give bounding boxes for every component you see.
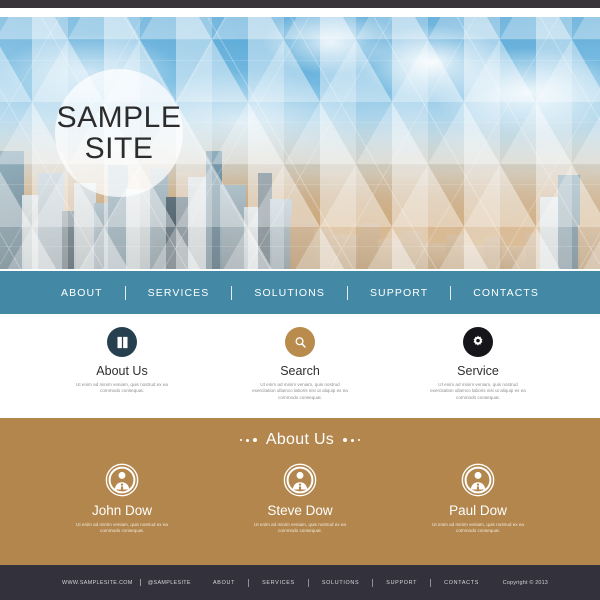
footer-nav-item-solutions[interactable]: SOLUTIONS (309, 580, 372, 586)
decorative-dots-right (343, 438, 361, 442)
main-navigation: ABOUT SERVICES SOLUTIONS SUPPORT CONTACT… (0, 271, 600, 314)
person-avatar-icon (461, 463, 495, 497)
footer-website-link[interactable]: WWW.SAMPLESITE.COM (62, 580, 133, 586)
team-member-description: Ut enim ad minim veniam, quis nostrud ex… (76, 522, 168, 534)
team-member-name: John Dow (91, 503, 153, 518)
footer-nav-item-about[interactable]: ABOUT (200, 580, 248, 586)
team-member-description: Ut enim ad minim veniam, quis nostrud ex… (254, 522, 346, 534)
person-avatar-icon (105, 463, 139, 497)
nav-item-services[interactable]: SERVICES (126, 287, 232, 299)
nav-item-solutions[interactable]: SOLUTIONS (232, 287, 347, 299)
book-icon (107, 327, 137, 357)
team-member-description: Ut enim ad minim veniam, quis nostrud ex… (432, 522, 524, 534)
service-card-service[interactable]: Service Ut enim ad minim veniam, quis no… (402, 327, 554, 415)
service-description: Ut enim ad minim veniam, quis nostrud ex… (430, 382, 526, 400)
site-footer: WWW.SAMPLESITE.COM @SAMPLESITE ABOUT SER… (0, 565, 600, 600)
team-member-list: John Dow Ut enim ad minim veniam, quis n… (0, 449, 600, 535)
footer-nav-item-support[interactable]: SUPPORT (373, 580, 430, 586)
service-description: Ut enim ad minim veniam, quis nostrud ex… (76, 382, 168, 394)
top-accent-bar (0, 0, 600, 8)
footer-nav-item-contacts[interactable]: CONTACTS (431, 580, 492, 586)
services-section: About Us Ut enim ad minim veniam, quis n… (0, 314, 600, 415)
service-title: Service (457, 364, 499, 378)
about-us-section: About Us John Dow Ut enim ad minim venia… (0, 418, 600, 565)
team-member-name: Steve Dow (267, 503, 333, 518)
about-heading-row: About Us (0, 418, 600, 449)
hero-banner: SAMPLE SITE (0, 17, 600, 269)
decorative-dots-left (239, 438, 257, 442)
service-card-search[interactable]: Search Ut enim ad minim veniam, quis nos… (224, 327, 376, 415)
nav-item-contacts[interactable]: CONTACTS (451, 287, 561, 299)
service-title: Search (280, 364, 320, 378)
team-member-steve-dow[interactable]: Steve Dow Ut enim ad minim veniam, quis … (224, 463, 376, 535)
service-card-about-us[interactable]: About Us Ut enim ad minim veniam, quis n… (46, 327, 198, 415)
footer-navigation: ABOUT SERVICES SOLUTIONS SUPPORT CONTACT… (200, 578, 492, 587)
footer-nav-item-services[interactable]: SERVICES (249, 580, 308, 586)
logo-line-two: SITE (84, 132, 154, 165)
team-member-paul-dow[interactable]: Paul Dow Ut enim ad minim veniam, quis n… (402, 463, 554, 535)
footer-social-handle[interactable]: @SAMPLESITE (148, 580, 191, 586)
service-title: About Us (96, 364, 148, 378)
team-member-john-dow[interactable]: John Dow Ut enim ad minim veniam, quis n… (46, 463, 198, 535)
logo-line-one: SAMPLE (56, 101, 182, 134)
search-icon (285, 327, 315, 357)
footer-copyright: Copyright © 2013 (502, 579, 548, 586)
footer-brand-block: WWW.SAMPLESITE.COM @SAMPLESITE (62, 579, 191, 586)
gear-icon (463, 327, 493, 357)
person-avatar-icon (283, 463, 317, 497)
site-logo[interactable]: SAMPLE SITE (55, 69, 183, 197)
service-description: Ut enim ad minim veniam, quis nostrud ex… (252, 382, 348, 400)
footer-brand-divider (139, 579, 141, 586)
team-member-name: Paul Dow (449, 503, 507, 518)
website-template-page: SAMPLE SITE ABOUT SERVICES SOLUTIONS SUP… (0, 0, 600, 600)
nav-item-about[interactable]: ABOUT (39, 287, 125, 299)
about-section-title: About Us (265, 431, 335, 448)
nav-item-support[interactable]: SUPPORT (348, 287, 450, 299)
